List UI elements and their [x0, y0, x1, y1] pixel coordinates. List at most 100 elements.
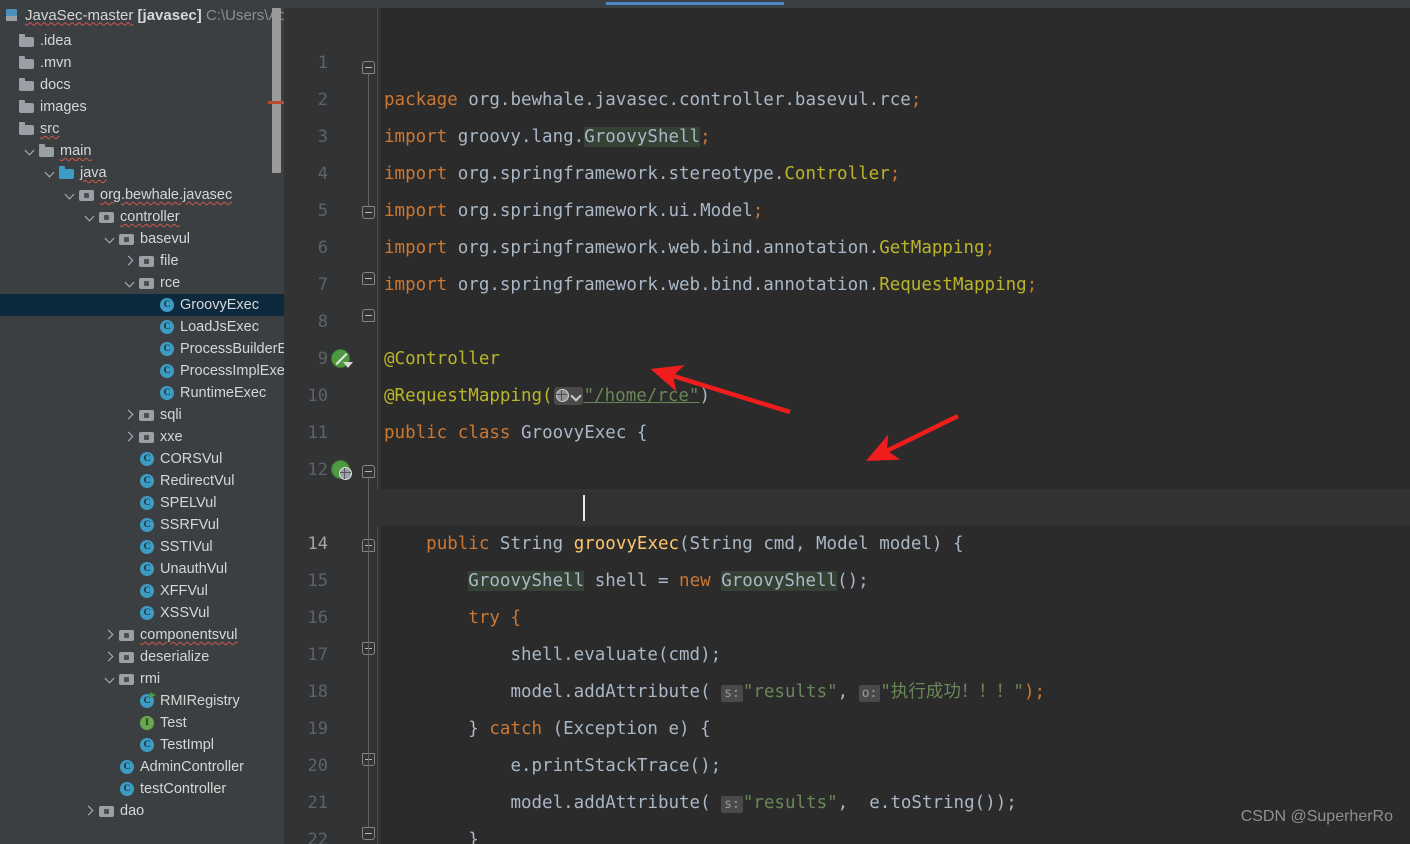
- chevron-down-icon[interactable]: [124, 272, 137, 294]
- tree-item-basevul[interactable]: basevul: [0, 228, 284, 250]
- code-line[interactable]: 21 }: [284, 748, 1410, 844]
- tree-item--mvn[interactable]: .mvn: [0, 52, 284, 74]
- tree-item--idea[interactable]: .idea: [0, 30, 284, 52]
- fold-marker-method-end[interactable]: [362, 827, 375, 840]
- editor-tab-strip[interactable]: [284, 0, 1410, 8]
- tree-item-label: images: [40, 99, 87, 115]
- tree-item-ssrfvul[interactable]: SSRFVul: [0, 514, 284, 536]
- tree-item-xffvul[interactable]: XFFVul: [0, 580, 284, 602]
- tree-item-testcontroller[interactable]: testController: [0, 778, 284, 800]
- chevron-right-icon[interactable]: [124, 404, 137, 426]
- tree-item-dao[interactable]: dao: [0, 800, 284, 822]
- tree-item-admincontroller[interactable]: AdminController: [0, 756, 284, 778]
- code-line[interactable]: 20 model.addAttribute( s: "results", e.to…: [284, 711, 1410, 813]
- tree-item-label: TestImpl: [160, 737, 214, 753]
- code-line[interactable]: 3 import org.springframework.stereotype.…: [284, 82, 1410, 184]
- folder-icon: [19, 99, 35, 115]
- tree-item-loadjsexec[interactable]: LoadJsExec: [0, 316, 284, 338]
- code-line[interactable]: 8 @Controller: [284, 267, 1410, 369]
- tree-item-sqli[interactable]: sqli: [0, 404, 284, 426]
- code-line-current[interactable]: 14 GroovyShell shell = new GroovyShell()…: [284, 489, 1410, 591]
- code-line[interactable]: 12 @GetMapping("/groovy"): [284, 415, 1410, 517]
- tree-item-src[interactable]: src: [0, 118, 284, 140]
- code-line[interactable]: 11: [284, 378, 1410, 443]
- code-line[interactable]: 1 package org.bewhale.javasec.controller…: [284, 8, 1410, 110]
- package-icon: [139, 275, 155, 291]
- tree-item-redirectvul[interactable]: RedirectVul: [0, 470, 284, 492]
- tree-item-controller[interactable]: controller: [0, 206, 284, 228]
- chevron-down-icon[interactable]: [104, 228, 117, 250]
- tree-item-images[interactable]: images: [0, 96, 284, 118]
- chevron-down-icon[interactable]: [104, 668, 117, 690]
- code-line[interactable]: 10 public class GroovyExec {: [284, 341, 1410, 443]
- tree-item-spelvul[interactable]: SPELVul: [0, 492, 284, 514]
- code-line[interactable]: 9 @RequestMapping("/home/rce"): [284, 304, 1410, 406]
- chevron-right-icon[interactable]: [124, 250, 137, 272]
- fold-marker-requestmapping[interactable]: [362, 309, 375, 322]
- java-class-icon: [119, 759, 135, 775]
- tree-item-corsvul[interactable]: CORSVul: [0, 448, 284, 470]
- fold-marker-method[interactable]: [362, 465, 375, 478]
- tree-item-java[interactable]: java: [0, 162, 284, 184]
- chevron-down-icon[interactable]: [84, 206, 97, 228]
- spring-bean-gutter-icon[interactable]: [330, 348, 353, 370]
- chevron-down-icon[interactable]: [64, 184, 77, 206]
- tree-item-rmiregistry[interactable]: RMIRegistry: [0, 690, 284, 712]
- tree-item-main[interactable]: main: [0, 140, 284, 162]
- tree-item-sstivul[interactable]: SSTIVul: [0, 536, 284, 558]
- project-tree-panel[interactable]: JavaSec-master [javasec] C:\Users\Admini…: [0, 0, 284, 844]
- spring-url-mapping-gutter-icon[interactable]: [330, 459, 352, 481]
- package-icon: [139, 253, 155, 269]
- tree-item-org-bewhale-javasec[interactable]: org.bewhale.javasec: [0, 184, 284, 206]
- code-line[interactable]: 4 import org.springframework.ui.Model;: [284, 119, 1410, 221]
- tree-item-file[interactable]: file: [0, 250, 284, 272]
- chevron-down-icon[interactable]: [44, 162, 57, 184]
- code-line[interactable]: 7: [284, 230, 1410, 295]
- chevron-right-icon[interactable]: [104, 646, 117, 668]
- tree-scrollbar-thumb[interactable]: [272, 8, 281, 173]
- tree-item-testimpl[interactable]: TestImpl: [0, 734, 284, 756]
- chevron-right-icon[interactable]: [104, 624, 117, 646]
- chevron-right-icon[interactable]: [84, 800, 97, 822]
- code-line[interactable]: 15 try {: [284, 526, 1410, 628]
- code-line[interactable]: 16 shell.evaluate(cmd);: [284, 563, 1410, 665]
- tree-item-unauthvul[interactable]: UnauthVul: [0, 558, 284, 580]
- java-class-icon: [139, 539, 155, 555]
- code-line[interactable]: 18 } catch (Exception e) {: [284, 637, 1410, 739]
- tree-item-xxe[interactable]: xxe: [0, 426, 284, 448]
- tree-item-test[interactable]: Test: [0, 712, 284, 734]
- code-content[interactable]: 1 package org.bewhale.javasec.controller…: [284, 8, 1410, 844]
- fold-marker-imports-end[interactable]: [362, 206, 375, 219]
- chevron-down-icon[interactable]: [24, 140, 37, 162]
- tree-item-label: src: [40, 121, 60, 137]
- tree-item-label: java: [80, 165, 107, 181]
- tree-item-deserialize[interactable]: deserialize: [0, 646, 284, 668]
- fold-marker-imports[interactable]: [362, 61, 375, 74]
- code-line[interactable]: 2 import groovy.lang.GroovyShell;: [284, 45, 1410, 147]
- tree-item-label: controller: [120, 209, 180, 225]
- tree-item-groovyexec[interactable]: GroovyExec: [0, 294, 284, 316]
- tree-item-rmi[interactable]: rmi: [0, 668, 284, 690]
- tree-item-label: ProcessBuilderExe: [180, 341, 284, 357]
- java-class-icon: [139, 473, 155, 489]
- active-tab-indicator: [606, 2, 784, 5]
- code-line[interactable]: 13 public String groovyExec(String cmd, …: [284, 452, 1410, 554]
- code-line[interactable]: 17 model.addAttribute( s: "results", o: "执…: [284, 600, 1410, 702]
- code-editor[interactable]: 1 package org.bewhale.javasec.controller…: [284, 0, 1410, 844]
- tree-item-runtimeexec[interactable]: RuntimeExec: [0, 382, 284, 404]
- tree-item-label: CORSVul: [160, 451, 223, 467]
- tree-item-componentsvul[interactable]: componentsvul: [0, 624, 284, 646]
- fold-marker-controller[interactable]: [362, 272, 375, 285]
- tree-item-rce[interactable]: rce: [0, 272, 284, 294]
- code-line[interactable]: 5 import org.springframework.web.bind.an…: [284, 156, 1410, 258]
- chevron-right-icon[interactable]: [124, 426, 137, 448]
- tree-item-processimplexec[interactable]: ProcessImplExec: [0, 360, 284, 382]
- tree-item-xssvul[interactable]: XSSVul: [0, 602, 284, 624]
- tree-item-processbuilderexe[interactable]: ProcessBuilderExe: [0, 338, 284, 360]
- tree-item-docs[interactable]: docs: [0, 74, 284, 96]
- code-line[interactable]: 19 e.printStackTrace();: [284, 674, 1410, 776]
- code-line[interactable]: 6 import org.springframework.web.bind.an…: [284, 193, 1410, 295]
